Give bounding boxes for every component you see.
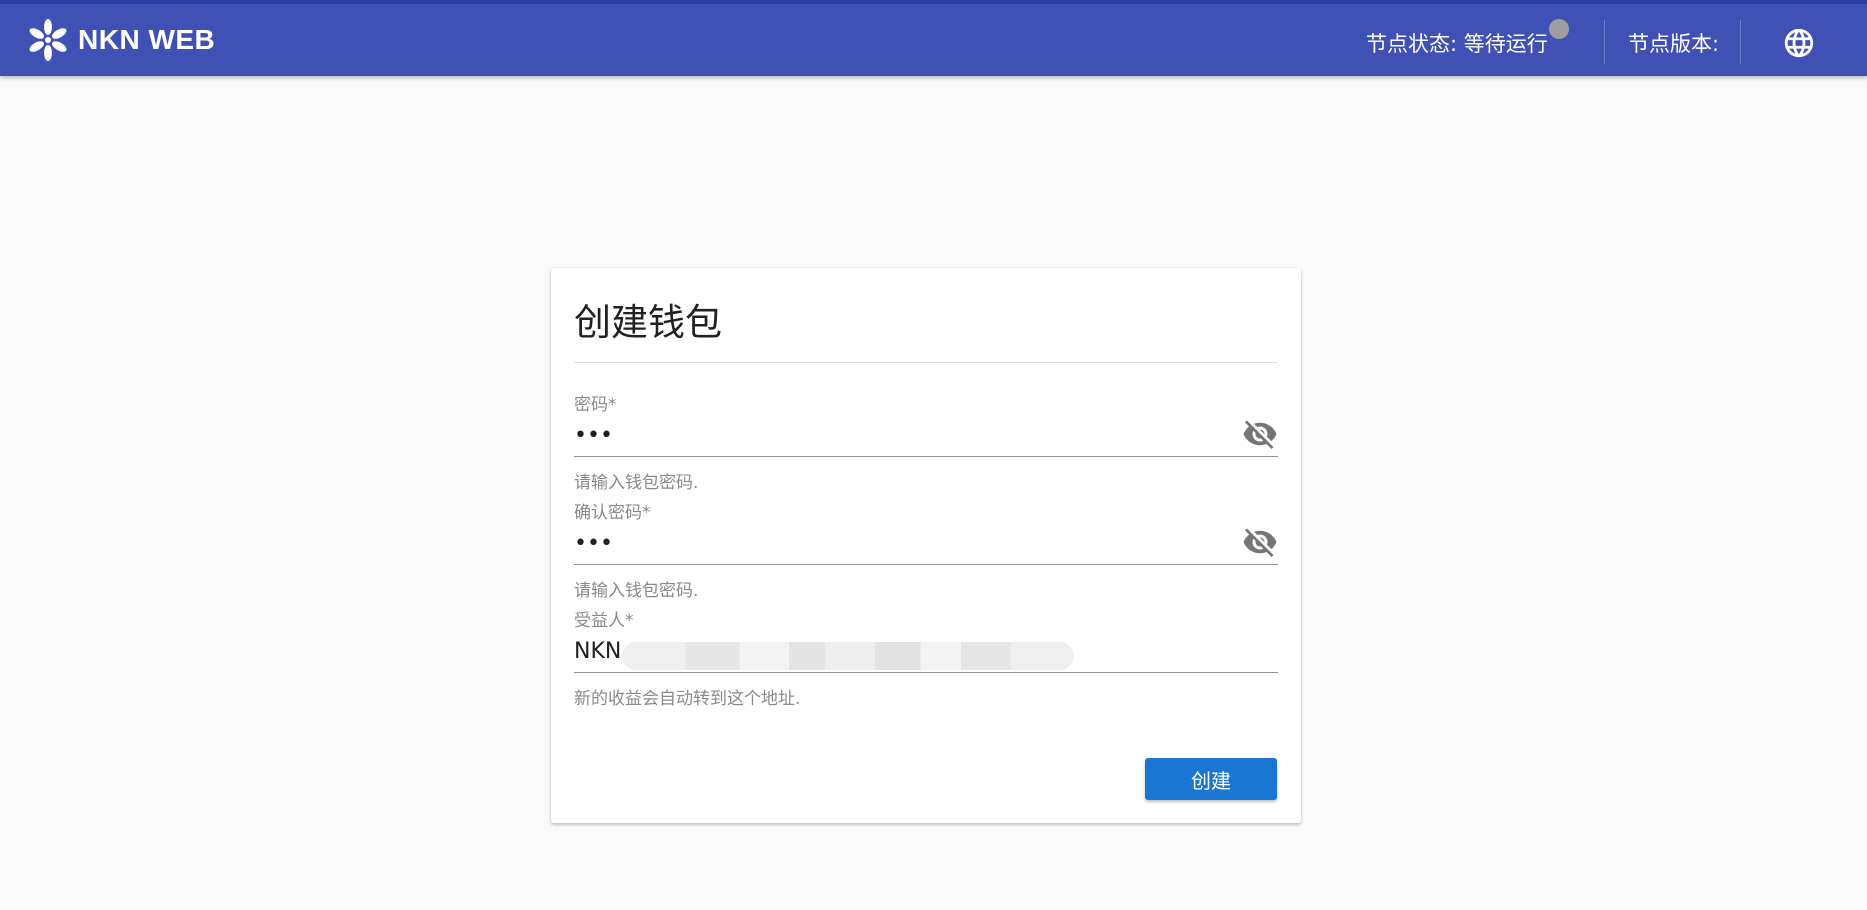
- confirm-password-label: 确认密码*: [574, 503, 651, 523]
- eye-off-icon[interactable]: [1242, 416, 1278, 452]
- node-version: 节点版本:: [1628, 32, 1720, 56]
- eye-off-icon[interactable]: [1242, 524, 1278, 560]
- app-bar: NKN WEB 节点状态: 等待运行 节点版本:: [0, 0, 1867, 76]
- title-divider: [574, 362, 1278, 363]
- beneficiary-field: 受益人* 新的收益会自动转到这个地址.: [574, 606, 1278, 709]
- password-underline: [574, 456, 1278, 457]
- nkn-logo-icon: [29, 19, 67, 61]
- brand[interactable]: NKN WEB: [24, 18, 215, 62]
- node-status: 节点状态: 等待运行: [1366, 32, 1548, 56]
- create-wallet-card: 创建钱包 密码* 请输入钱包密码. 确认密码* 请输入钱包密码. 受益人* 新的…: [551, 268, 1301, 823]
- globe-icon[interactable]: [1782, 26, 1816, 60]
- confirm-password-input[interactable]: [574, 528, 1214, 558]
- brand-name: NKN WEB: [78, 24, 216, 55]
- password-hint: 请输入钱包密码.: [574, 473, 699, 493]
- password-input[interactable]: [574, 420, 1214, 450]
- create-button[interactable]: 创建: [1145, 758, 1277, 800]
- page-title: 创建钱包: [574, 301, 722, 344]
- beneficiary-hint: 新的收益会自动转到这个地址.: [574, 689, 801, 709]
- password-field: 密码* 请输入钱包密码.: [574, 390, 1278, 493]
- confirm-password-underline: [574, 564, 1278, 565]
- beneficiary-label: 受益人*: [574, 611, 634, 631]
- confirm-password-field: 确认密码* 请输入钱包密码.: [574, 498, 1278, 601]
- password-label: 密码*: [574, 395, 617, 415]
- beneficiary-underline: [574, 672, 1278, 673]
- toolbar-divider: [1740, 20, 1741, 64]
- toolbar-divider: [1604, 20, 1605, 64]
- status-indicator: [1549, 19, 1569, 39]
- redacted-address: [622, 642, 1074, 670]
- confirm-password-hint: 请输入钱包密码.: [574, 581, 699, 601]
